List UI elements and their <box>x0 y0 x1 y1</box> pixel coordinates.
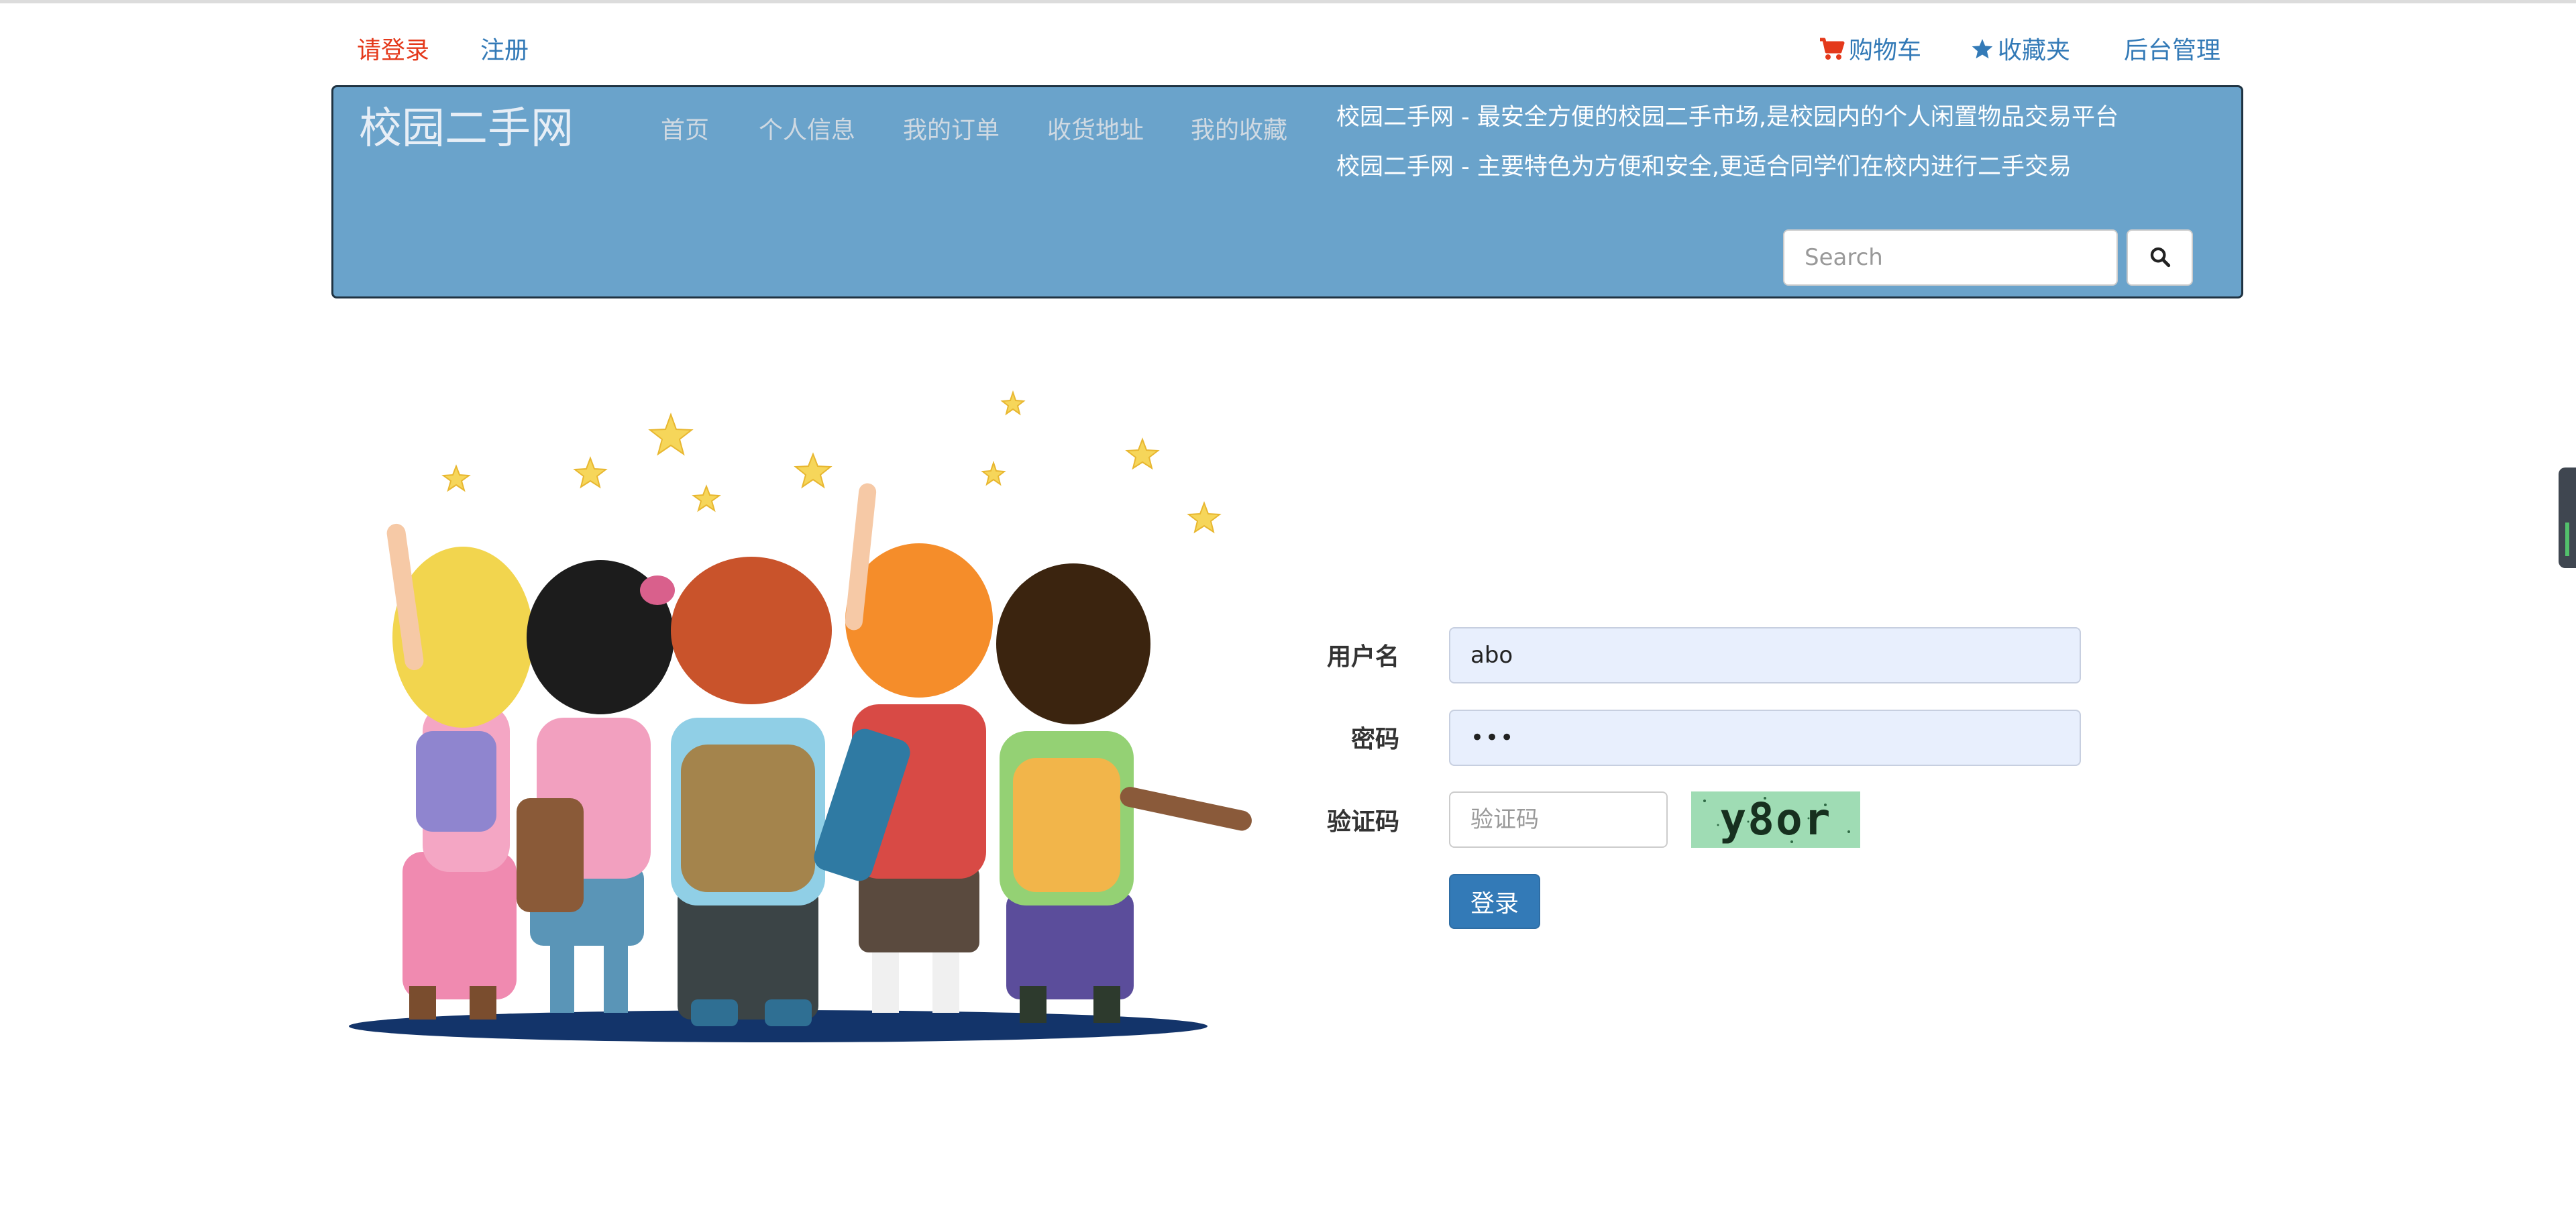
login-link[interactable]: 请登录 <box>357 36 429 66</box>
nav-item-profile[interactable]: 个人信息 <box>759 114 855 148</box>
favorites-link[interactable]: 收藏夹 <box>1971 36 2070 68</box>
username-input[interactable] <box>1449 627 2081 683</box>
login-submit-button[interactable]: 登录 <box>1449 874 1540 929</box>
register-link[interactable]: 注册 <box>480 36 529 66</box>
nav-item-home[interactable]: 首页 <box>661 114 709 148</box>
kid-blonde <box>386 523 533 1020</box>
password-input[interactable] <box>1449 710 2081 766</box>
nav-item-favorites[interactable]: 我的收藏 <box>1191 114 1287 148</box>
captcha-image[interactable]: y8or <box>1691 791 1860 848</box>
site-notice-line-2: 校园二手网 - 主要特色为方便和安全,更适合同学们在校内进行二手交易 <box>1336 154 2072 180</box>
kid-orangehair <box>814 483 993 1013</box>
admin-link[interactable]: 后台管理 <box>2124 36 2220 66</box>
site-brand[interactable]: 校园二手网 <box>359 102 574 156</box>
site-navbar: 校园二手网 首页 个人信息 我的订单 收货地址 我的收藏 校园二手网 - 最安全… <box>331 85 2243 298</box>
magnifier-icon <box>2149 245 2171 270</box>
kid-redhair <box>671 557 832 1026</box>
username-label: 用户名 <box>1326 643 1399 671</box>
star-icon <box>1971 38 1994 68</box>
favorites-label: 收藏夹 <box>1998 37 2071 64</box>
cart-icon <box>1819 38 1845 68</box>
kids-illustration <box>349 390 1252 1042</box>
captcha-label: 验证码 <box>1326 808 1399 836</box>
stars-decoration <box>441 390 1222 534</box>
nav-item-addresses[interactable]: 收货地址 <box>1047 114 1144 148</box>
search-input[interactable] <box>1783 229 2118 286</box>
site-notice-line-1: 校园二手网 - 最安全方便的校园二手市场,是校园内的个人闲置物品交易平台 <box>1336 104 2119 131</box>
password-label: 密码 <box>1350 726 1399 753</box>
top-rule <box>0 0 2576 3</box>
search-button[interactable] <box>2127 229 2193 286</box>
kid-curly <box>996 563 1252 1023</box>
top-utility-bar: 请登录 注册 购物车 收藏夹 后台管理 <box>331 25 2245 79</box>
cart-link[interactable]: 购物车 <box>1819 36 1921 68</box>
cart-label: 购物车 <box>1849 37 1922 64</box>
captcha-text: y8or <box>1720 793 1832 845</box>
kid-pigtails <box>517 560 675 1013</box>
captcha-input[interactable] <box>1449 791 1668 848</box>
side-widget-indicator <box>2565 523 2569 556</box>
side-float-widget[interactable] <box>2559 468 2576 568</box>
nav-item-orders[interactable]: 我的订单 <box>903 114 1000 148</box>
